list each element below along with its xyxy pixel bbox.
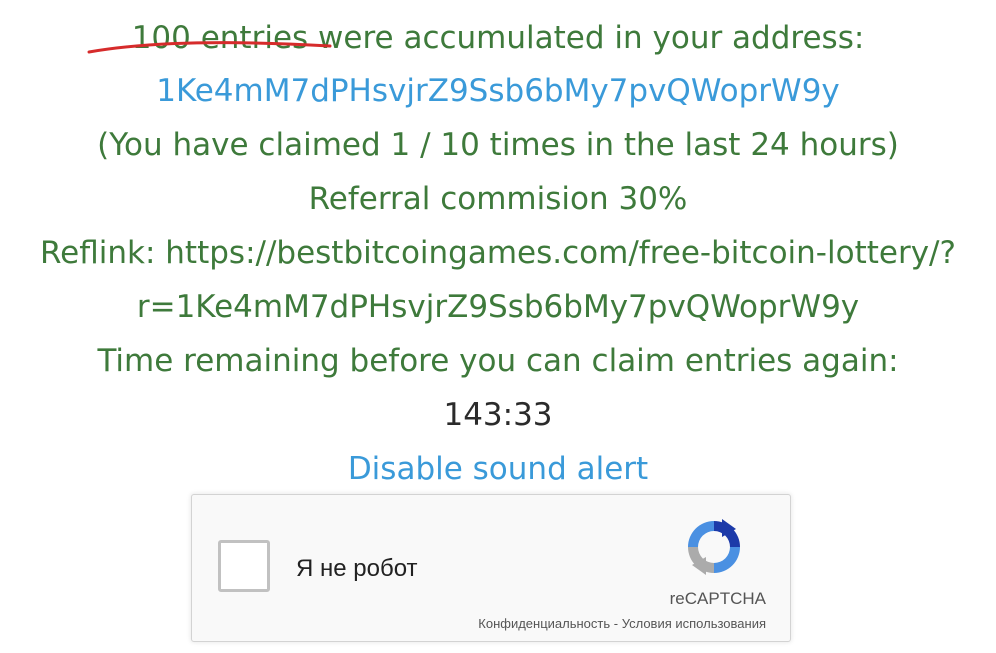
recaptcha-checkbox[interactable] <box>218 540 270 592</box>
disable-sound-alert-link[interactable]: Disable sound alert <box>348 451 648 487</box>
entries-count: 100 entries <box>131 20 309 56</box>
recaptcha-footer: Конфиденциальность - Условия использован… <box>478 616 766 632</box>
reflink-line-1: Reflink: https://bestbitcoingames.com/fr… <box>40 235 956 271</box>
claims-info: (You have claimed 1 / 10 times in the la… <box>97 127 899 163</box>
recaptcha-brand: reCAPTCHA <box>669 589 766 608</box>
recaptcha-label: Я не робот <box>296 555 418 582</box>
address-line: 1Ke4mM7dPHsvjrZ9Ssb6bMy7pvQWoprW9y <box>0 71 996 111</box>
sound-alert-line: Disable sound alert <box>0 449 996 489</box>
referral-commission: Referral commision 30% <box>308 181 688 217</box>
recaptcha-widget: Я не робот reCAPTCHA Конфиденциальность … <box>191 494 791 642</box>
wallet-address-link[interactable]: 1Ke4mM7dPHsvjrZ9Ssb6bMy7pvQWoprW9y <box>156 73 840 109</box>
time-remaining-label: Time remaining before you can claim entr… <box>97 343 899 379</box>
terms-link[interactable]: Условия использования <box>622 616 766 631</box>
accumulated-entries-line: 100 entries were accumulated in your add… <box>0 18 996 58</box>
countdown-timer: 143:33 <box>443 397 553 433</box>
recaptcha-logo-icon <box>688 519 740 575</box>
reflink-line-2: r=1Ke4mM7dPHsvjrZ9Ssb6bMy7pvQWoprW9y <box>136 289 860 325</box>
accumulated-text: were accumulated in your address: <box>308 20 865 56</box>
privacy-link[interactable]: Конфиденциальность <box>478 616 610 631</box>
footer-separator: - <box>610 616 622 631</box>
